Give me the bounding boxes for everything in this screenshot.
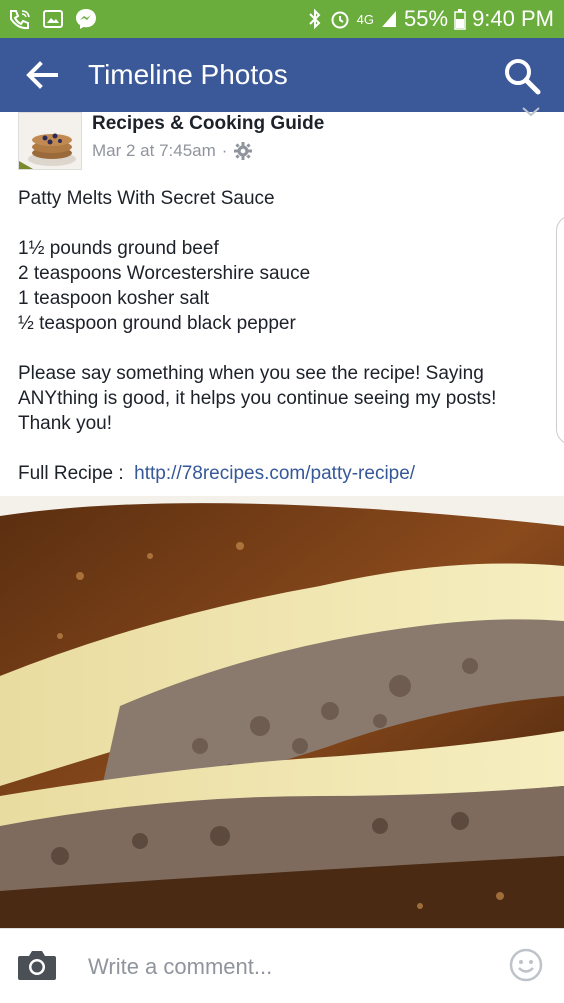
ingredient-item: ½ teaspoon ground black pepper: [18, 313, 296, 334]
clock: 9:40 PM: [472, 6, 554, 31]
status-bar: 4G 55% 9:40 PM: [0, 0, 564, 38]
page-title: Timeline Photos: [88, 59, 288, 90]
message-line: Please say something when you see the re…: [18, 363, 484, 384]
post-photo[interactable]: [0, 496, 564, 928]
network-type: 4G: [356, 11, 375, 27]
ingredient-item: 2 teaspoons Worcestershire sauce: [18, 263, 311, 284]
ingredient-item: 1½ pounds ground beef: [18, 238, 219, 259]
smiley-icon[interactable]: [508, 947, 544, 983]
battery-icon: [454, 8, 466, 30]
ingredient-item: 1 teaspoon kosher salt: [18, 288, 210, 309]
recipe-link[interactable]: http://78recipes.com/patty-recipe/: [134, 463, 415, 484]
post-meta: Mar 2 at 7:45am ·: [92, 140, 253, 162]
gallery-icon: [42, 8, 64, 30]
comment-bar: Write a comment...: [0, 928, 564, 1003]
message-line: ANYthing is good, it helps you continue …: [18, 388, 497, 409]
post-header: Recipes & Cooking Guide Mar 2 at 7:45am …: [0, 112, 564, 172]
alarm-icon: [329, 8, 351, 30]
chevron-down-icon[interactable]: [520, 104, 542, 120]
status-system: 4G 55% 9:40 PM: [307, 0, 554, 38]
comment-input[interactable]: Write a comment...: [88, 953, 272, 981]
app-bar: Timeline Photos: [0, 38, 564, 112]
status-notifications: [8, 6, 98, 32]
search-icon[interactable]: [502, 56, 542, 96]
post-text: Patty Melts With Secret Sauce 1½ pounds …: [18, 186, 538, 486]
gear-icon: [233, 141, 253, 161]
full-recipe-label: Full Recipe :: [18, 463, 124, 484]
phone-wifi-icon: [8, 8, 32, 30]
full-recipe-line: Full Recipe : http://78recipes.com/patty…: [18, 461, 538, 486]
avatar[interactable]: [18, 112, 82, 170]
recipe-title: Patty Melts With Secret Sauce: [18, 188, 275, 209]
battery-percent: 55%: [404, 6, 449, 31]
signal-icon: [380, 9, 398, 29]
camera-icon[interactable]: [16, 947, 58, 983]
arrow-left-icon[interactable]: [22, 58, 62, 92]
messenger-icon: [74, 7, 98, 31]
message-line: Thank you!: [18, 413, 112, 434]
scroll-edge: [556, 215, 564, 445]
meta-separator: ·: [221, 141, 228, 160]
page-name-link[interactable]: Recipes & Cooking Guide: [92, 112, 324, 136]
bluetooth-icon: [307, 8, 323, 30]
post-timestamp[interactable]: Mar 2 at 7:45am: [92, 140, 216, 162]
